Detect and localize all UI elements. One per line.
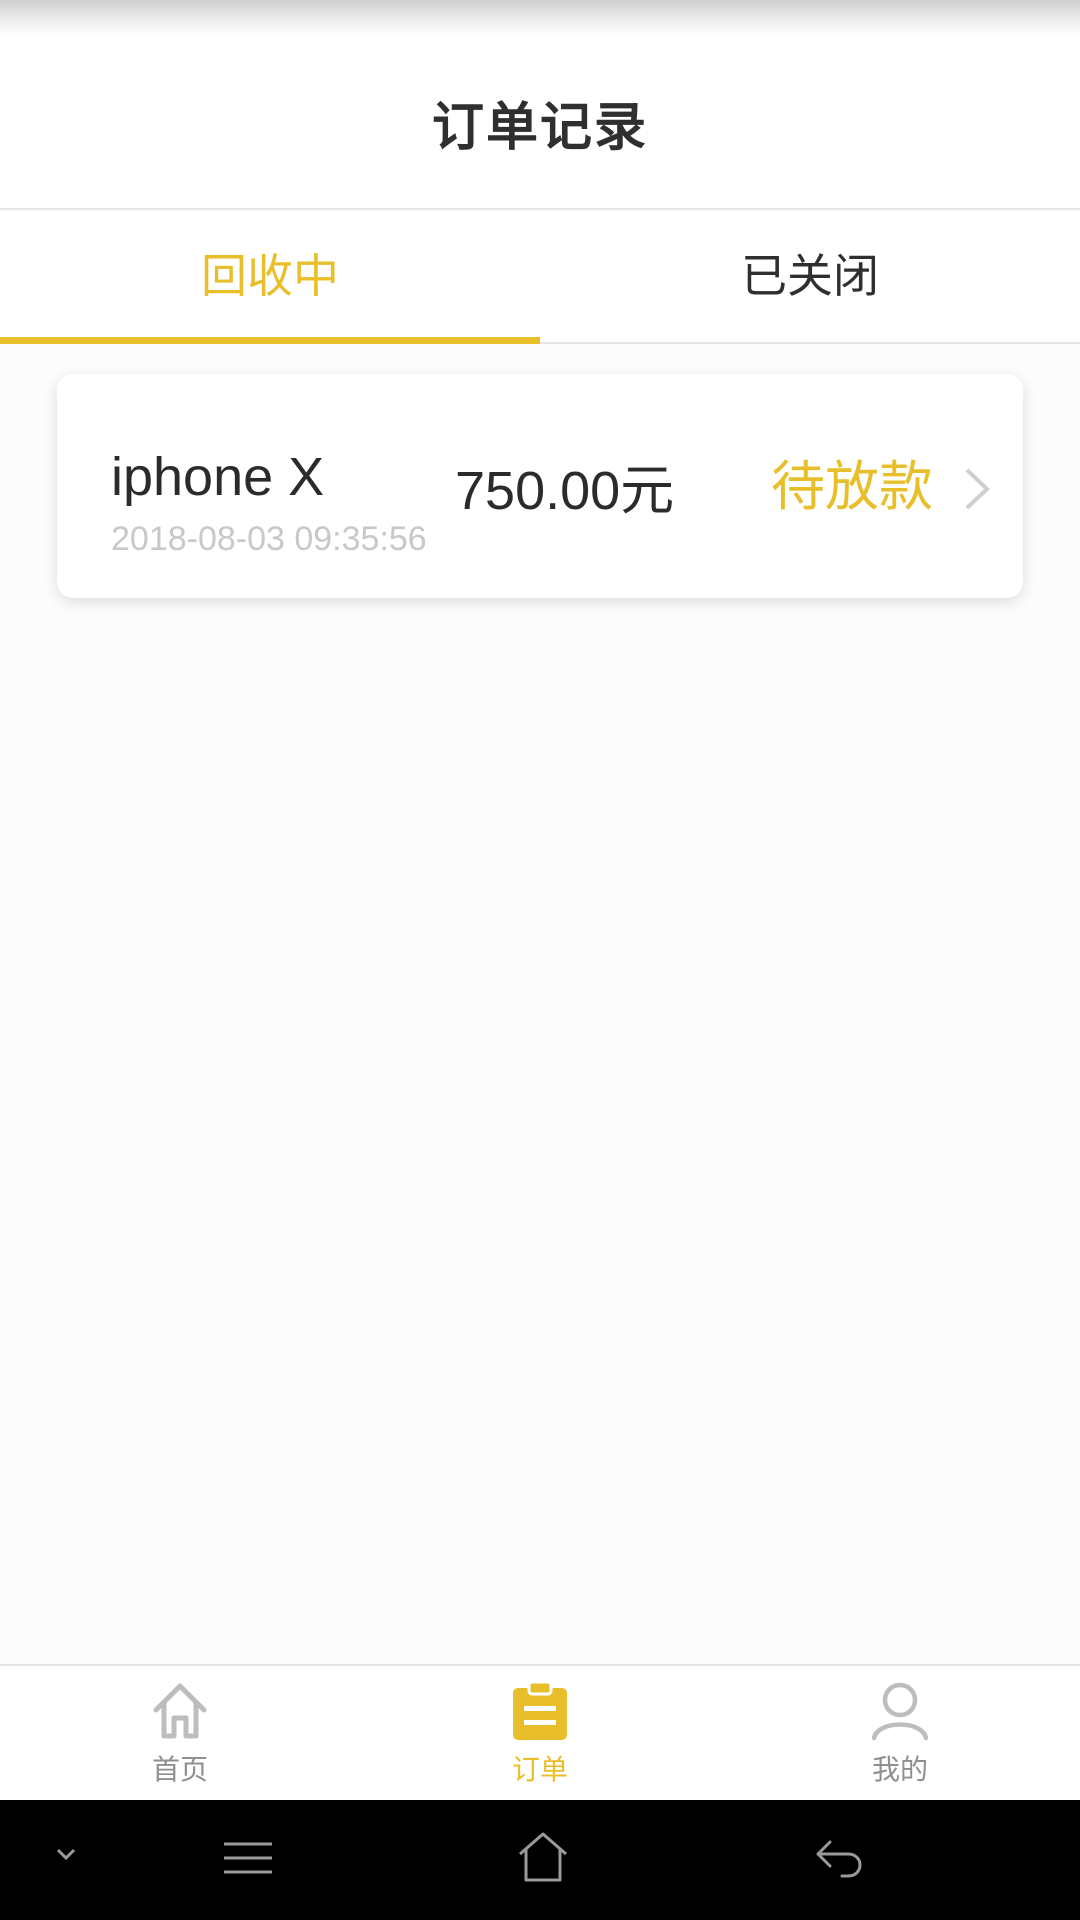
page-title: 订单记录 xyxy=(431,97,648,158)
nav-label-mine: 我的 xyxy=(871,1753,928,1786)
nav-label-home: 首页 xyxy=(151,1753,208,1786)
user-icon xyxy=(871,1682,929,1741)
order-date: 2018-08-03 09:35:56 xyxy=(111,520,427,558)
bottom-nav: 首页 订单 我的 xyxy=(0,1664,1080,1800)
nav-item-home[interactable]: 首页 xyxy=(0,1666,360,1800)
nav-item-orders[interactable]: 订单 xyxy=(360,1666,720,1800)
tab-closed[interactable]: 已关闭 xyxy=(540,212,1080,342)
status-bar xyxy=(0,0,1080,36)
chevron-right-icon xyxy=(965,468,990,510)
order-product-name: iphone X xyxy=(111,447,325,507)
nav-item-mine[interactable]: 我的 xyxy=(720,1666,1080,1800)
app-header: 订单记录 xyxy=(0,36,1080,210)
home-icon xyxy=(153,1683,207,1739)
home-icon[interactable] xyxy=(516,1830,570,1884)
order-card[interactable]: iphone X 750.00元 待放款 2018-08-03 09:35:56 xyxy=(57,374,1023,598)
tab-recycling[interactable]: 回收中 xyxy=(0,212,540,344)
order-price: 750.00元 xyxy=(455,461,675,521)
order-tabs: 回收中 已关闭 xyxy=(0,212,1080,344)
system-nav-bar xyxy=(0,1800,1080,1920)
clipboard-icon xyxy=(513,1680,567,1740)
chevron-down-icon[interactable] xyxy=(52,1844,80,1864)
order-status: 待放款 xyxy=(771,455,933,518)
menu-icon[interactable] xyxy=(222,1838,274,1878)
back-icon[interactable] xyxy=(814,1836,866,1880)
nav-label-orders: 订单 xyxy=(511,1753,568,1786)
